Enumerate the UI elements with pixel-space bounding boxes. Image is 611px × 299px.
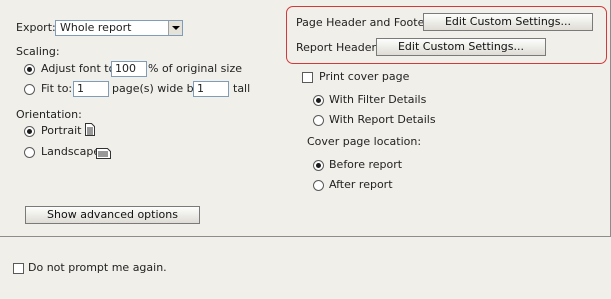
fit-to-radio[interactable] bbox=[24, 84, 35, 95]
print-cover-label: Print cover page bbox=[319, 70, 410, 83]
before-report-radio[interactable] bbox=[313, 160, 324, 171]
cover-location-label: Cover page location: bbox=[307, 135, 422, 148]
chevron-down-icon[interactable] bbox=[168, 21, 182, 35]
adjust-font-radio[interactable] bbox=[24, 64, 35, 75]
orientation-label: Orientation: bbox=[16, 108, 82, 121]
fit-tall-label: tall bbox=[233, 82, 251, 95]
fit-pages-value: 1 bbox=[77, 82, 84, 95]
portrait-radio[interactable] bbox=[24, 126, 35, 137]
landscape-page-icon bbox=[96, 148, 111, 159]
with-report-label: With Report Details bbox=[329, 113, 436, 126]
edit-report-header-button[interactable]: Edit Custom Settings... bbox=[376, 38, 546, 56]
after-report-radio[interactable] bbox=[313, 180, 324, 191]
fit-tall-value: 1 bbox=[197, 82, 204, 95]
portrait-page-icon bbox=[85, 123, 95, 136]
fit-to-label: Fit to: bbox=[41, 82, 73, 95]
fit-wide-label: page(s) wide by bbox=[112, 82, 201, 95]
landscape-radio[interactable] bbox=[24, 147, 35, 158]
adjust-font-suffix: % of original size bbox=[148, 62, 242, 75]
landscape-label: Landscape bbox=[41, 145, 101, 158]
adjust-font-input[interactable]: 100 bbox=[111, 61, 147, 77]
export-select-value: Whole report bbox=[60, 21, 132, 34]
report-header-label: Report Header: bbox=[296, 41, 380, 54]
portrait-label: Portrait bbox=[41, 124, 82, 137]
export-label: Export: bbox=[16, 21, 56, 34]
adjust-font-value: 100 bbox=[115, 62, 136, 75]
page-header-footer-label: Page Header and Footer: bbox=[296, 16, 433, 29]
before-report-label: Before report bbox=[329, 158, 403, 171]
print-cover-checkbox[interactable] bbox=[302, 72, 313, 83]
fit-tall-input[interactable]: 1 bbox=[193, 81, 229, 97]
edit-page-header-button[interactable]: Edit Custom Settings... bbox=[423, 13, 593, 31]
after-report-label: After report bbox=[329, 178, 393, 191]
with-report-radio[interactable] bbox=[313, 115, 324, 126]
with-filter-radio[interactable] bbox=[313, 95, 324, 106]
scaling-label: Scaling: bbox=[16, 45, 60, 58]
fit-pages-input[interactable]: 1 bbox=[73, 81, 109, 97]
with-filter-label: With Filter Details bbox=[329, 93, 427, 106]
adjust-font-label: Adjust font to bbox=[41, 62, 116, 75]
export-select[interactable]: Whole report bbox=[55, 20, 183, 36]
no-prompt-label: Do not prompt me again. bbox=[28, 261, 167, 274]
show-advanced-button[interactable]: Show advanced options bbox=[25, 206, 200, 224]
no-prompt-checkbox[interactable] bbox=[13, 263, 24, 274]
